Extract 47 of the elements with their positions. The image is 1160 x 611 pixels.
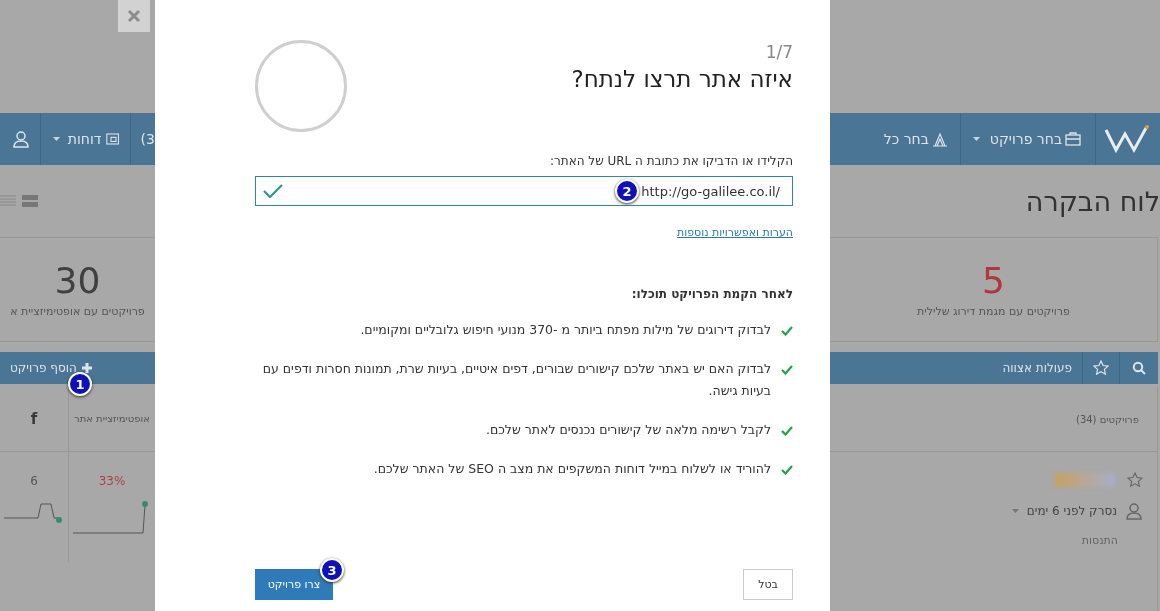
stat-value: 5 xyxy=(982,261,1005,301)
caret-icon xyxy=(972,137,980,141)
check-icon xyxy=(781,365,793,375)
benefit-text: להוריד או לשלוח במייל דוחות המשקפים את מצב ה SEO של האתר שלכם. xyxy=(373,460,771,478)
stat-value: 30 xyxy=(54,261,101,301)
column-header: פרויקטים (34) xyxy=(1075,413,1139,425)
column-header: f xyxy=(0,387,69,451)
compact-view-icon[interactable] xyxy=(22,194,38,208)
field-label: הקלידו או הדביקו את כתובת ה URL של האתר: xyxy=(548,154,793,168)
close-icon xyxy=(127,9,141,23)
stat-label: פרויקטים עם מגמת דירוג שלילית xyxy=(917,305,1070,318)
benefit-text: לבדוק דירוגים של מילות מפתח ביותר מ -370 מנועי חיפוש גלובליים ומקומיים. xyxy=(360,321,771,339)
benefit-text: לבדוק האם יש באתר שלכם קישורים שבורים, דפים איטיים, בעיות שרת, תמונות חסרות ודפים עם בעיות גישה. xyxy=(261,360,771,400)
caret-icon[interactable] xyxy=(1011,509,1019,513)
select-all-menu-partial[interactable]: בחר כל xyxy=(883,131,929,147)
more-options-link[interactable]: הערות ואפשרויות נוספות xyxy=(676,226,793,239)
step-counter: 1/7 xyxy=(764,42,793,62)
stat-label: פרויקטים עם אופטימיזציית א xyxy=(10,305,145,318)
scan-status: נסרק לפני 6 ימים xyxy=(1026,504,1117,518)
star-icon[interactable] xyxy=(1127,472,1143,488)
step-badge: 3 xyxy=(320,558,344,582)
user-icon xyxy=(1125,502,1143,520)
nav-item-partial[interactable]: (3 xyxy=(140,131,155,147)
check-icon xyxy=(781,326,793,336)
page-title: לוח הבקרה xyxy=(1025,185,1160,217)
benefits-heading: לאחר הקמת הפרויקט תוכלו: xyxy=(630,287,793,301)
dialog-title: איזה אתר תרצו לנתח? xyxy=(571,66,793,92)
report-icon xyxy=(106,132,120,146)
check-icon xyxy=(781,426,793,436)
briefcase-icon xyxy=(1065,132,1081,146)
blurred-project-name xyxy=(1055,473,1115,487)
check-icon xyxy=(781,465,793,475)
user-icon xyxy=(12,130,30,148)
batch-actions-menu[interactable]: פעולות אצווה xyxy=(1002,361,1072,375)
logo-icon[interactable] xyxy=(1104,124,1150,154)
column-header: אופטימיזציית אתר xyxy=(73,412,151,426)
table-cell: 33% xyxy=(98,474,126,488)
plus-icon xyxy=(81,363,92,373)
benefit-text: לקבל רשימה מלאה של קישורים נכנסים לאתר שלכם. xyxy=(485,421,771,439)
reports-menu[interactable]: דוחות xyxy=(67,131,102,147)
close-button[interactable] xyxy=(118,0,150,32)
caret-icon xyxy=(52,137,60,141)
cancel-button[interactable]: בטל xyxy=(743,569,793,600)
project-tag: התנסות xyxy=(1081,534,1118,547)
table-cell: 6 xyxy=(30,474,38,488)
select-project-menu[interactable]: בחר פרויקט xyxy=(989,131,1062,147)
chart-icon xyxy=(931,131,948,147)
